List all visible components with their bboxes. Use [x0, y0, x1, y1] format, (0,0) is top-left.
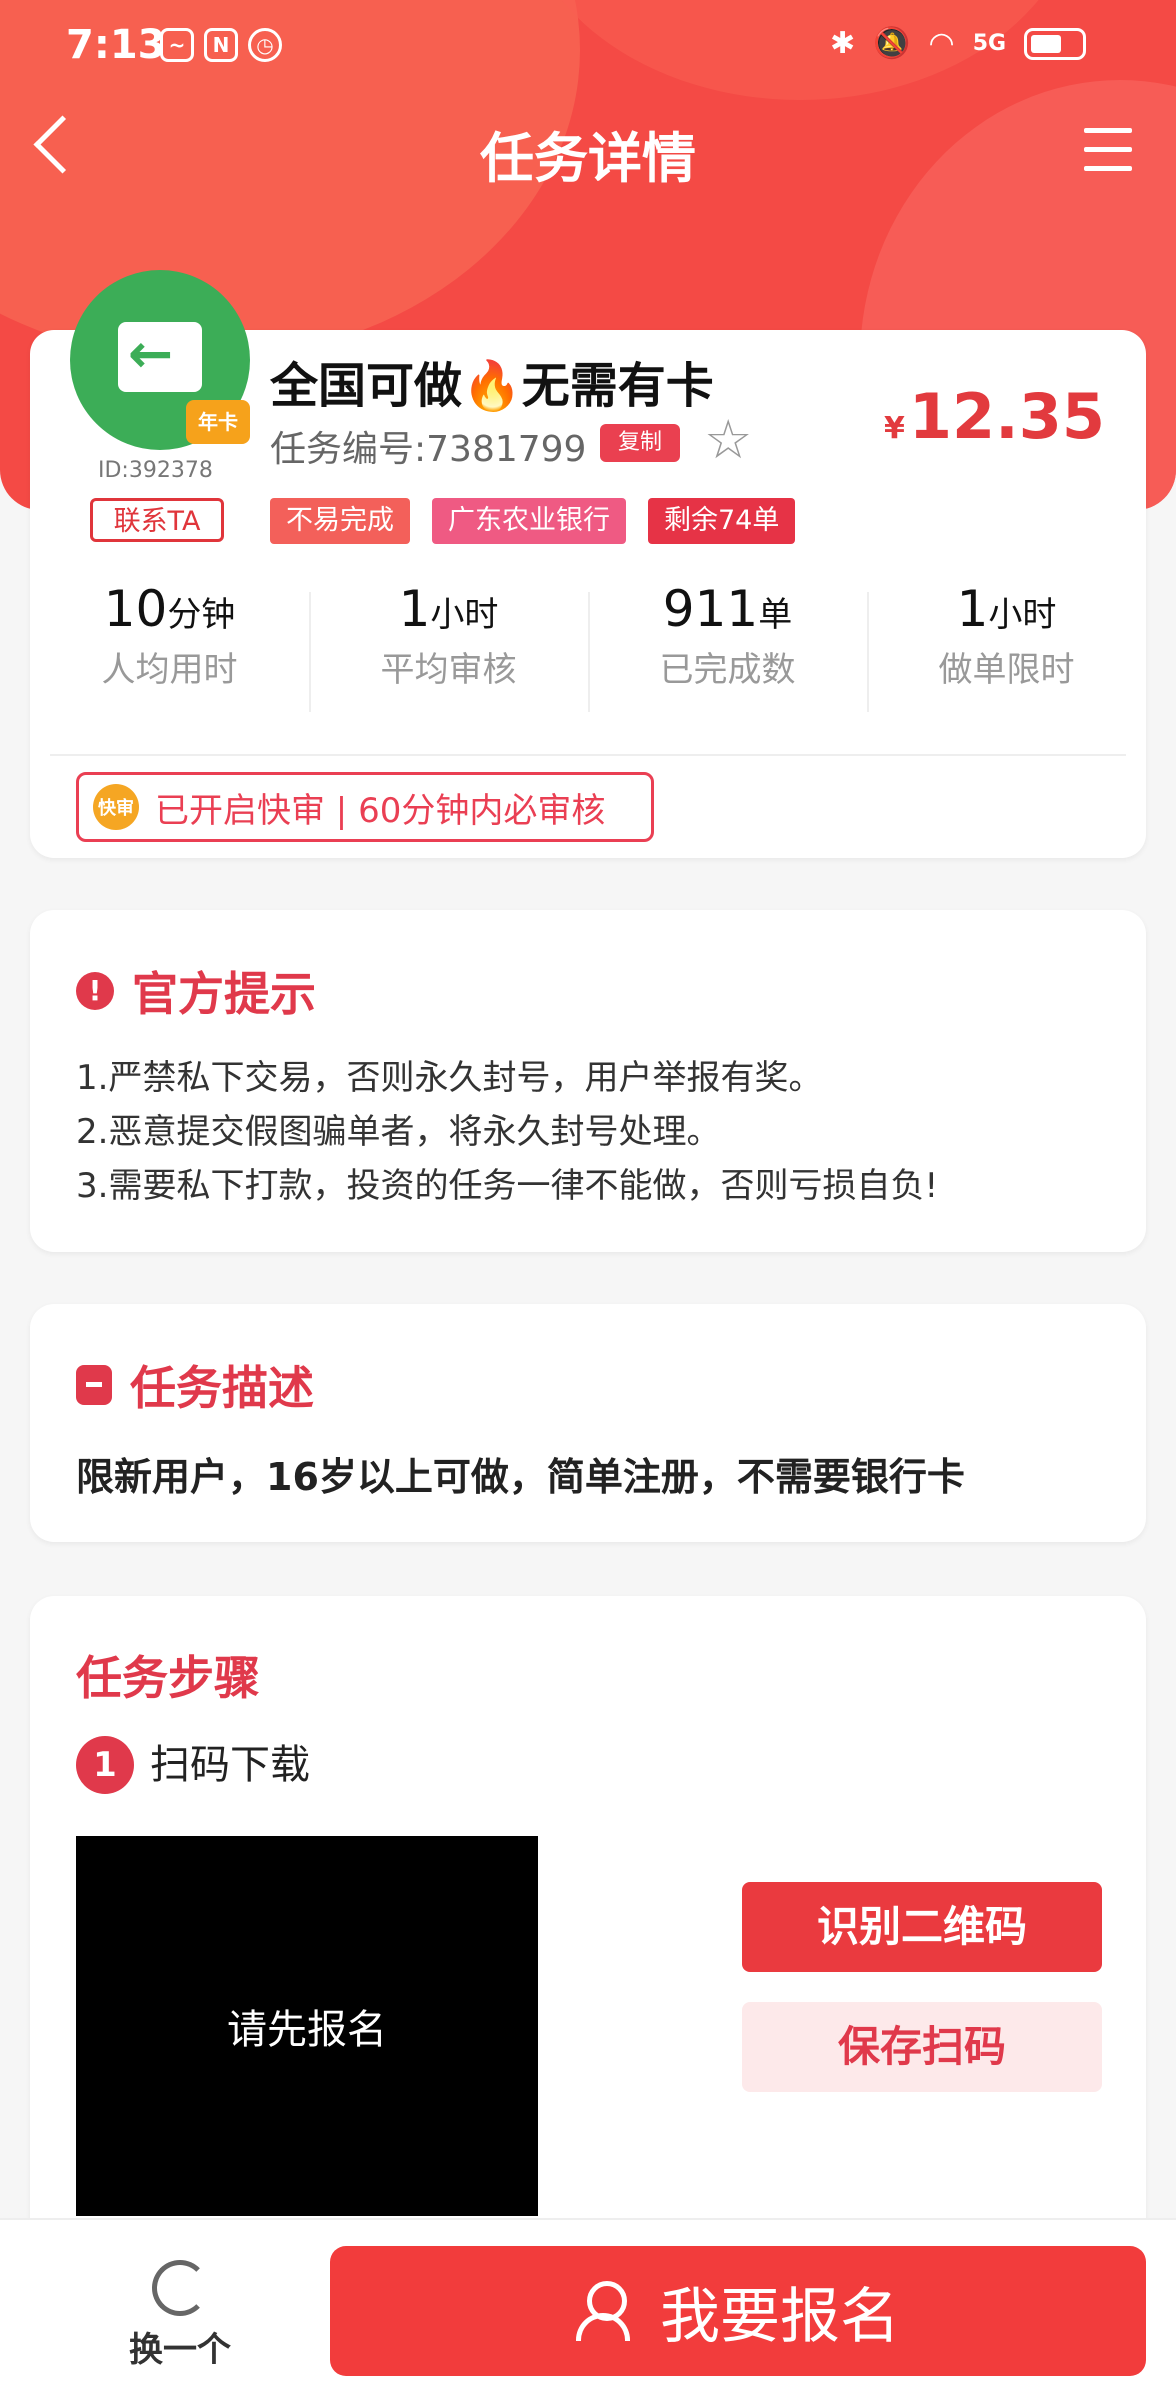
identify-qr-button[interactable]: 识别二维码 — [742, 1882, 1102, 1972]
document-icon — [76, 1365, 112, 1405]
notice-heading: ! 官方提示 — [76, 958, 316, 1024]
crown-badge: 年卡 — [186, 400, 250, 444]
alarm-icon: ◷ — [248, 28, 282, 62]
tag-difficulty: 不易完成 — [270, 498, 410, 544]
alert-icon: ! — [76, 972, 114, 1010]
official-notice-card: ! 官方提示 1.严禁私下交易，否则永久封号，用户举报有奖。 2.恶意提交假图骗… — [30, 910, 1146, 1252]
mute-icon: 🔕 — [873, 26, 911, 61]
network-label: 5G — [972, 31, 1007, 56]
bottom-action-bar: 换一个 我要报名 — [0, 2218, 1176, 2402]
step-label: 扫码下载 — [150, 1742, 310, 1788]
notice-line: 2.恶意提交假图骗单者，将永久封号处理。 — [76, 1112, 721, 1152]
task-stats: 10分钟 人均用时 1小时 平均审核 911单 已完成数 1小时 做单限时 — [30, 580, 1146, 712]
wifi-icon: ◠ — [928, 26, 955, 61]
notice-line: 3.需要私下打款，投资的任务一律不能做，否则亏损自负! — [76, 1166, 939, 1206]
stat-avg-time: 10分钟 人均用时 — [101, 580, 238, 690]
contact-button[interactable]: 联系TA — [90, 498, 224, 542]
task-description-card: 任务描述 限新用户，16岁以上可做，简单注册，不需要银行卡 — [30, 1304, 1146, 1542]
notice-line: 1.严禁私下交易，否则永久封号，用户举报有奖。 — [76, 1058, 823, 1098]
status-app-icons: ~ N ◷ — [160, 28, 282, 62]
save-qr-button[interactable]: 保存扫码 — [742, 2002, 1102, 2092]
signup-button[interactable]: 我要报名 — [330, 2246, 1146, 2376]
fast-review-badge-icon: 快审 — [93, 784, 139, 830]
app-notification-icon: ~ — [160, 28, 194, 62]
task-tags: 不易完成 广东农业银行 剩余74单 — [270, 498, 796, 544]
qr-code-placeholder: 请先报名 — [76, 1836, 538, 2216]
stat-time-limit: 1小时 做单限时 — [867, 580, 1146, 712]
refresh-icon — [152, 2260, 208, 2316]
stat-completed: 911单 已完成数 — [588, 580, 867, 712]
divider — [50, 754, 1126, 756]
page-title: 任务详情 — [480, 127, 696, 190]
tag-bank: 广东农业银行 — [432, 498, 626, 544]
steps-heading: 任务步骤 — [76, 1651, 260, 1705]
description-text: 限新用户，16岁以上可做，简单注册，不需要银行卡 — [76, 1455, 965, 1499]
status-time: 7:13 — [66, 22, 166, 68]
step-number: 1 — [76, 1736, 134, 1794]
battery-icon — [1024, 27, 1087, 60]
nfc-icon: N — [204, 28, 238, 62]
status-right-icons: ✱ 🔕 ◠ 5G — [830, 26, 1087, 61]
task-title: 全国可做🔥无需有卡 — [270, 358, 714, 414]
task-steps-card: 任务步骤 1 扫码下载 请先报名 识别二维码 保存扫码 — [30, 1596, 1146, 2296]
copy-button[interactable]: 复制 — [600, 424, 680, 462]
message-icon — [118, 322, 202, 392]
stat-avg-review: 1小时 平均审核 — [309, 580, 588, 712]
star-icon[interactable]: ☆ — [704, 410, 752, 470]
user-id: ID:392378 — [98, 458, 213, 483]
fast-review-banner: 快审 已开启快审 | 60分钟内必审核 — [76, 772, 654, 842]
bluetooth-icon: ✱ — [830, 26, 856, 61]
task-price: ¥12.35 — [884, 380, 1105, 453]
user-icon — [576, 2281, 630, 2341]
menu-icon[interactable] — [1084, 128, 1132, 185]
tag-remaining: 剩余74单 — [648, 498, 796, 544]
task-number: 任务编号:7381799 — [270, 429, 587, 470]
swap-button[interactable]: 换一个 — [110, 2260, 250, 2371]
description-heading: 任务描述 — [76, 1352, 314, 1418]
